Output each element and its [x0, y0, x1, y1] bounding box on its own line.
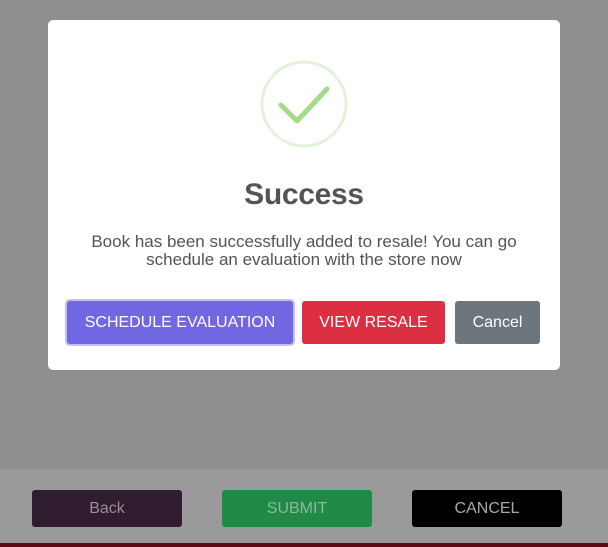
- dialog-cancel-button[interactable]: Cancel: [455, 301, 540, 344]
- success-dialog: Success Book has been successfully added…: [48, 20, 560, 370]
- schedule-evaluation-button[interactable]: SCHEDULE EVALUATION: [67, 301, 293, 344]
- dialog-title: Success: [244, 178, 364, 211]
- footer-cancel-button[interactable]: CANCEL: [412, 490, 562, 527]
- submit-button[interactable]: SUBMIT: [222, 490, 372, 527]
- back-button[interactable]: Back: [32, 490, 182, 527]
- view-resale-button[interactable]: VIEW RESALE: [302, 301, 445, 344]
- footer-accent-line: [0, 543, 608, 547]
- checkmark-icon: [260, 60, 348, 148]
- dialog-message: Book has been successfully added to resa…: [91, 232, 517, 269]
